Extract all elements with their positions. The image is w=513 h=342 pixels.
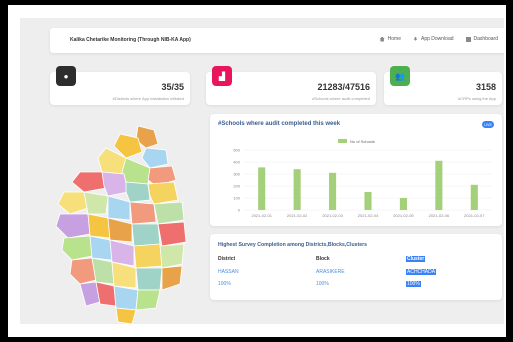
bar-2021-02-03 [329,172,337,210]
y-tick-label: 300 [233,172,240,177]
districts-value: 35/35 [161,82,184,92]
x-tick-label: 2021-02-05 [393,213,414,218]
y-tick-label: 400 [233,160,240,165]
block-percent: 100% [316,281,329,287]
nav-home[interactable]: Home [379,36,401,42]
home-icon [379,36,385,42]
dashboard-content: Kalika Chetarike Monitoring (Through NIB… [20,18,504,324]
y-tick-label: 500 [233,148,240,153]
dashboard-icon [465,36,471,42]
bar-2021-02-05 [399,198,407,210]
crps-value: 3158 [475,82,496,92]
stat-card-crps: 👥 3158 #CRPs using the App [384,66,502,105]
y-tick-label: 0 [238,208,241,213]
table-title: Highest Survey Completion among District… [218,242,368,248]
stat-card-districts: ● 35/35 #Districts where App installatio… [50,66,190,105]
x-tick-label: 2021-02-03 [322,213,343,218]
bar-2021-02-06 [435,160,443,210]
y-tick-label: 100 [233,196,240,201]
districts-label: #Districts where App installation initia… [112,96,184,101]
bar-2021-02-04 [364,192,372,210]
survey-completion-card: Highest Survey Completion among District… [210,234,502,300]
users-icon: 👥 [390,66,410,86]
top-navbar: Kalika Chetarike Monitoring (Through NIB… [50,28,504,53]
header-block: Block [316,256,330,262]
page-frame: Kalika Chetarike Monitoring (Through NIB… [8,5,506,337]
brand-title[interactable]: Kalika Chetarike Monitoring (Through NIB… [70,37,191,43]
schools-label: #Schools where audit completed [312,96,370,101]
header-cluster: Cluster [406,256,426,262]
weekly-audit-chart-card: #Schools where audit completed this week… [210,114,502,226]
crps-label: #CRPs using the App [457,96,496,101]
nav-dashboard[interactable]: Dashboard [465,36,498,42]
x-tick-label: 2021-02-01 [251,213,272,218]
x-tick-label: 2021-02-02 [287,213,308,218]
bar-2021-02-01 [258,167,266,210]
x-tick-label: 2021-02-07 [464,213,485,218]
globe-icon: ● [56,66,76,86]
top-cluster: ACHCHADA [406,269,437,275]
x-tick-label: 2021-02-06 [429,213,450,218]
x-tick-label: 2021-02-04 [358,213,379,218]
header-district: District [218,256,236,262]
bar-2021-02-02 [293,169,301,210]
cluster-percent: 100% [406,281,421,287]
nav-app-download[interactable]: App Download [413,36,454,42]
top-district: HASSAN [218,269,239,275]
bar-2021-02-07 [470,184,478,210]
school-icon: ▟ [212,66,232,86]
download-icon [413,36,418,41]
top-block: ARASIKERE [316,269,345,275]
district-percent: 100% [218,281,231,287]
bar-chart: No of Schools 0 100 200 300 400 500 2021-02-01 2… [233,139,492,218]
schools-value: 21283/47516 [317,82,370,92]
legend-label: No of Schools [350,139,375,144]
y-tick-label: 200 [233,184,240,189]
legend-swatch [338,139,347,143]
stat-card-schools: ▟ 21283/47516 #Schools where audit compl… [206,66,376,105]
karnataka-district-map[interactable] [50,118,200,324]
